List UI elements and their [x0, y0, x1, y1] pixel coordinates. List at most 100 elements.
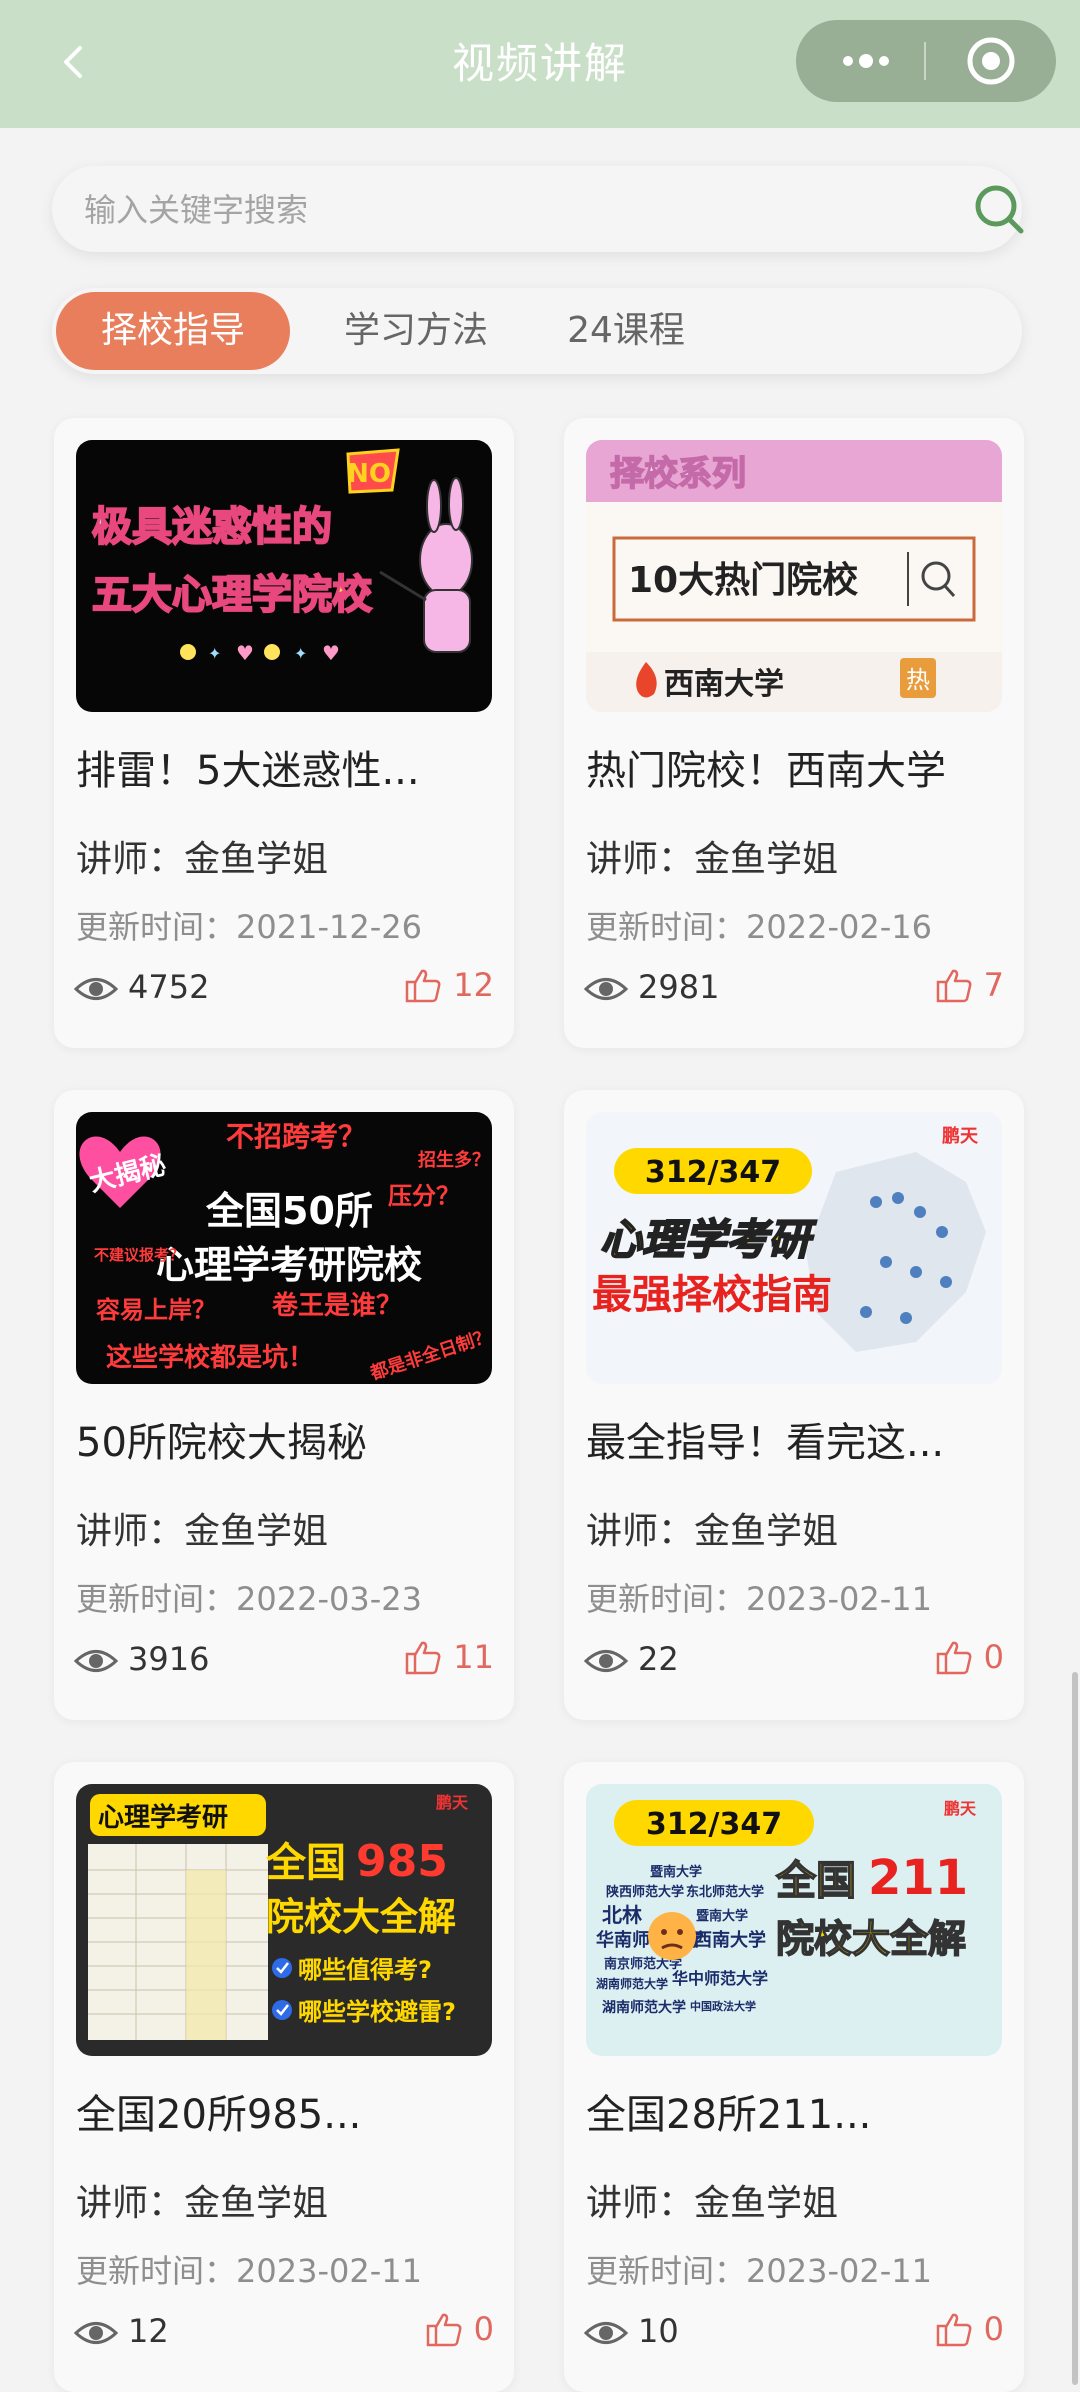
- thumbnail-image: 心理学考研 鹏天 全国 985 院校大全解 哪些值得考? 哪些学校避雷?: [76, 1784, 492, 2056]
- eye-icon: [74, 1650, 118, 1672]
- svg-text:院校大全解: 院校大全解: [266, 1895, 456, 1939]
- video-card[interactable]: NO 极具迷惑性的 五大心理学院校 ✦ ♥ ✦ ♥ 排雷！5大迷惑性... 讲师…: [54, 418, 514, 1048]
- tab-study-method[interactable]: 学习方法: [316, 292, 516, 370]
- svg-text:♥: ♥: [322, 641, 340, 665]
- mini-program-capsule: [796, 20, 1056, 102]
- video-thumbnail[interactable]: 心理学考研 鹏天 全国 985 院校大全解 哪些值得考? 哪些学校避雷?: [76, 1784, 492, 2056]
- capsule-divider: [924, 42, 926, 80]
- thumbnail-image: 择校系列 10大热门院校 西南大学 热: [586, 440, 1002, 712]
- svg-text:全国: 全国: [775, 1858, 856, 1904]
- view-count: 3916: [128, 1640, 210, 1678]
- like-count: 12: [453, 966, 494, 1004]
- like-count: 0: [983, 1638, 1004, 1676]
- svg-text:心理学考研: 心理学考研: [600, 1215, 817, 1264]
- svg-text:哪些学校避雷?: 哪些学校避雷?: [298, 1998, 456, 2026]
- svg-text:西南大学: 西南大学: [694, 1929, 766, 1951]
- like-button[interactable]: 0: [935, 1638, 1004, 1680]
- svg-text:10大热门院校: 10大热门院校: [628, 560, 858, 601]
- search-input[interactable]: [82, 166, 906, 254]
- tab-school-guide[interactable]: 择校指导: [56, 292, 290, 370]
- video-thumbnail[interactable]: NO 极具迷惑性的 五大心理学院校 ✦ ♥ ✦ ♥: [76, 440, 492, 712]
- video-title[interactable]: 热门院校！西南大学: [586, 738, 1006, 796]
- like-button[interactable]: 7: [935, 966, 1004, 1008]
- svg-text:择校系列: 择校系列: [610, 454, 746, 494]
- category-tabs: 择校指导 学习方法 24课程: [52, 288, 1022, 374]
- video-card[interactable]: 心理学考研 鹏天 全国 985 院校大全解 哪些值得考? 哪些学校避雷? 全国2…: [54, 1762, 514, 2392]
- video-thumbnail[interactable]: 大揭秘 不招跨考？ 招生多？ 压分？ 全国50所 心理学考研院校 不建议报考？ …: [76, 1112, 492, 1384]
- update-time: 更新时间：2022-03-23: [76, 1580, 422, 1618]
- video-title[interactable]: 全国20所985...: [76, 2082, 496, 2140]
- thumbs-up-icon: [936, 1641, 971, 1675]
- eye-icon: [584, 1650, 628, 1672]
- update-time: 更新时间：2023-02-11: [76, 2252, 422, 2290]
- close-target-icon[interactable]: [946, 20, 1036, 102]
- view-count: 22: [638, 1640, 679, 1678]
- svg-text:湖南师范大学: 湖南师范大学: [602, 1999, 686, 2016]
- video-title[interactable]: 全国28所211...: [586, 2082, 1006, 2140]
- scrollbar[interactable]: [1072, 1672, 1078, 2385]
- video-card[interactable]: 312/347 鹏天 暨南大学 陕西师范大学 东北师范大学 北林 暨南大学 华南…: [564, 1762, 1024, 2392]
- thumbnail-image: NO 极具迷惑性的 五大心理学院校 ✦ ♥ ✦ ♥: [76, 440, 492, 712]
- teacher-name: 讲师：金鱼学姐: [586, 839, 839, 880]
- svg-text:热: 热: [906, 666, 930, 694]
- update-time: 更新时间：2021-12-26: [76, 908, 422, 946]
- svg-text:985: 985: [356, 1836, 448, 1887]
- teacher-name: 讲师：金鱼学姐: [586, 2183, 839, 2224]
- svg-text:不招跨考？: 不招跨考？: [226, 1120, 366, 1153]
- nav-bar: 视频讲解: [0, 0, 1080, 128]
- svg-text:湖南师范大学: 湖南师范大学: [596, 1976, 668, 1991]
- svg-text:全国: 全国: [265, 1840, 346, 1886]
- svg-text:西南大学: 西南大学: [664, 667, 784, 702]
- teacher-name: 讲师：金鱼学姐: [586, 1511, 839, 1552]
- video-title[interactable]: 50所院校大揭秘: [76, 1410, 496, 1468]
- svg-text:陕西师范大学: 陕西师范大学: [606, 1884, 684, 1900]
- update-time: 更新时间：2023-02-11: [586, 1580, 932, 1618]
- like-button[interactable]: 12: [404, 966, 494, 1008]
- svg-text:♥: ♥: [236, 641, 254, 665]
- svg-text:哪些值得考?: 哪些值得考?: [298, 1956, 432, 1984]
- video-thumbnail[interactable]: 312/347 鹏天 心理学考研 最强择校指南: [586, 1112, 1002, 1384]
- update-time: 更新时间：2023-02-11: [586, 2252, 932, 2290]
- search-icon[interactable]: [972, 182, 1026, 236]
- svg-text:最强择校指南: 最强择校指南: [592, 1272, 832, 1318]
- video-card[interactable]: 大揭秘 不招跨考？ 招生多？ 压分？ 全国50所 心理学考研院校 不建议报考？ …: [54, 1090, 514, 1720]
- thumbnail-image: 312/347 鹏天 心理学考研 最强择校指南: [586, 1112, 1002, 1384]
- video-thumbnail[interactable]: 312/347 鹏天 暨南大学 陕西师范大学 东北师范大学 北林 暨南大学 华南…: [586, 1784, 1002, 2056]
- video-title[interactable]: 最全指导！看完这...: [586, 1410, 1006, 1468]
- view-count: 4752: [128, 968, 210, 1006]
- thumbs-up-icon: [936, 969, 971, 1003]
- video-thumbnail[interactable]: 择校系列 10大热门院校 西南大学 热: [586, 440, 1002, 712]
- thumbs-up-icon: [405, 1641, 441, 1675]
- more-dots-icon[interactable]: [820, 20, 910, 102]
- svg-text:东北师范大学: 东北师范大学: [686, 1884, 764, 1900]
- tab-24-course[interactable]: 24课程: [536, 292, 716, 370]
- view-count: 2981: [638, 968, 720, 1006]
- eye-icon: [74, 978, 118, 1000]
- search-bar: [52, 166, 1024, 254]
- svg-text:鹏天: 鹏天: [944, 1799, 977, 1818]
- like-button[interactable]: 0: [425, 2310, 494, 2352]
- thumbnail-image: 大揭秘 不招跨考？ 招生多？ 压分？ 全国50所 心理学考研院校 不建议报考？ …: [76, 1112, 492, 1384]
- video-card[interactable]: 312/347 鹏天 心理学考研 最强择校指南 最全指导！看完这... 讲师：金…: [564, 1090, 1024, 1720]
- svg-text:✦: ✦: [208, 644, 221, 663]
- thumbs-up-icon: [426, 2313, 461, 2347]
- like-count: 0: [473, 2310, 494, 2348]
- video-title[interactable]: 排雷！5大迷惑性...: [76, 738, 496, 796]
- update-time: 更新时间：2022-02-16: [586, 908, 932, 946]
- svg-text:✦: ✦: [294, 644, 307, 663]
- svg-text:312/347: 312/347: [645, 1155, 781, 1190]
- svg-text:211: 211: [868, 1850, 968, 1906]
- view-count: 12: [128, 2312, 169, 2350]
- svg-text:全国50所: 全国50所: [205, 1189, 373, 1233]
- svg-text:容易上岸？: 容易上岸？: [96, 1296, 216, 1324]
- video-card[interactable]: 择校系列 10大热门院校 西南大学 热 热门院校！西南大学 讲师：金鱼学姐 更新…: [564, 418, 1024, 1048]
- like-count: 0: [983, 2310, 1004, 2348]
- svg-text:中国政法大学: 中国政法大学: [690, 1999, 756, 2013]
- like-button[interactable]: 0: [935, 2310, 1004, 2352]
- svg-text:鹏天: 鹏天: [436, 1793, 469, 1812]
- svg-text:招生多？: 招生多？: [418, 1149, 490, 1171]
- svg-text:院校大全解: 院校大全解: [776, 1917, 966, 1961]
- teacher-name: 讲师：金鱼学姐: [76, 1511, 329, 1552]
- svg-text:暨南大学: 暨南大学: [696, 1908, 748, 1924]
- like-button[interactable]: 11: [404, 1638, 494, 1680]
